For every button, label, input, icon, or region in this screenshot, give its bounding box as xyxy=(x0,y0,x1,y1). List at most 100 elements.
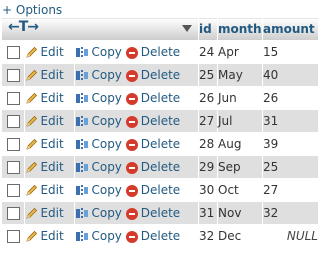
copy-button[interactable]: Copy xyxy=(75,68,122,83)
delete-icon xyxy=(125,161,138,174)
copy-icon xyxy=(76,93,89,104)
options-link[interactable]: + Options xyxy=(2,3,62,17)
copy-label: Copy xyxy=(91,91,122,106)
copy-button[interactable]: Copy xyxy=(75,114,122,129)
cell-id: 27 xyxy=(198,109,218,133)
edit-label: Edit xyxy=(40,229,64,244)
copy-label: Copy xyxy=(91,68,122,83)
edit-button[interactable]: Edit xyxy=(25,45,64,60)
copy-delete-cell: Copy Delete xyxy=(74,201,199,225)
copy-button[interactable]: Copy xyxy=(75,45,122,59)
edit-button[interactable]: Edit xyxy=(25,68,64,82)
row-checkbox-cell xyxy=(0,109,26,133)
table-row: Edit Copy Delete 27 Jul 31 xyxy=(0,109,319,133)
copy-icon xyxy=(76,208,89,219)
edit-button[interactable]: Edit xyxy=(25,160,64,175)
copy-delete-cell: Copy Delete xyxy=(74,86,199,110)
delete-button[interactable]: Delete xyxy=(125,137,180,151)
row-checkbox[interactable] xyxy=(6,69,20,82)
delete-icon xyxy=(125,138,138,151)
edit-cell: Edit xyxy=(24,155,76,179)
row-checkbox[interactable] xyxy=(6,138,20,151)
edit-label: Edit xyxy=(40,45,64,60)
pencil-icon xyxy=(26,185,38,196)
cell-amount: 27 xyxy=(262,178,319,202)
edit-cell: Edit xyxy=(24,109,76,133)
edit-button[interactable]: Edit xyxy=(25,91,64,106)
table-row: Edit Copy Delete 24 Apr 15 xyxy=(0,40,319,64)
cell-amount: 32 xyxy=(262,201,319,225)
copy-button[interactable]: Copy xyxy=(75,229,122,243)
edit-cell: Edit xyxy=(24,63,76,87)
delete-button[interactable]: Delete xyxy=(125,68,180,82)
row-checkbox[interactable] xyxy=(6,207,20,220)
column-nav-arrows-icon[interactable]: ←T→ xyxy=(8,19,39,35)
edit-button[interactable]: Edit xyxy=(25,137,64,151)
copy-label: Copy xyxy=(91,114,122,129)
copy-icon xyxy=(76,47,89,58)
delete-label: Delete xyxy=(140,114,181,129)
cell-month: Apr xyxy=(217,40,263,64)
delete-icon xyxy=(125,207,138,220)
column-header-id[interactable]: id xyxy=(198,17,218,41)
copy-button[interactable]: Copy xyxy=(75,183,122,197)
cell-id: 28 xyxy=(198,132,218,156)
copy-icon xyxy=(76,231,89,242)
column-header-amount[interactable]: amount xyxy=(262,17,319,41)
table-header-row: ←T→ id month amount xyxy=(1,17,319,41)
edit-cell: Edit xyxy=(24,201,76,225)
cell-month: Jun xyxy=(217,86,263,110)
cell-month: Oct xyxy=(217,178,263,202)
cell-id: 29 xyxy=(198,155,218,179)
cell-month: Nov xyxy=(217,201,263,225)
edit-cell: Edit xyxy=(24,40,76,64)
copy-icon xyxy=(76,162,89,173)
copy-label: Copy xyxy=(91,160,122,175)
edit-button[interactable]: Edit xyxy=(25,206,64,221)
cell-month: Dec xyxy=(217,224,263,248)
table-row: Edit Copy Delete 29 Sep 25 xyxy=(0,155,319,179)
results-table: ←T→ id month amount Edit Copy Delete 24 Apr… xyxy=(0,17,319,248)
row-checkbox[interactable] xyxy=(6,46,20,59)
delete-icon xyxy=(125,230,138,243)
delete-button[interactable]: Delete xyxy=(125,114,181,129)
delete-button[interactable]: Delete xyxy=(125,160,180,174)
cell-month: May xyxy=(217,63,263,87)
row-checkbox-cell xyxy=(0,178,26,202)
copy-button[interactable]: Copy xyxy=(75,206,122,220)
edit-label: Edit xyxy=(40,160,64,175)
copy-button[interactable]: Copy xyxy=(75,91,122,106)
cell-amount: NULL xyxy=(262,224,319,248)
cell-month: Aug xyxy=(217,132,263,156)
sort-dropdown-icon[interactable] xyxy=(182,25,192,32)
row-checkbox[interactable] xyxy=(6,92,20,105)
copy-button[interactable]: Copy xyxy=(75,137,122,151)
cell-month: Jul xyxy=(217,109,263,133)
table-row: Edit Copy Delete 28 Aug 39 xyxy=(0,132,319,156)
edit-label: Edit xyxy=(40,91,64,106)
delete-button[interactable]: Delete xyxy=(125,229,180,243)
row-checkbox[interactable] xyxy=(6,184,20,197)
cell-amount: 31 xyxy=(262,109,319,133)
delete-button[interactable]: Delete xyxy=(125,45,180,59)
copy-delete-cell: Copy Delete xyxy=(74,224,199,248)
column-header-month[interactable]: month xyxy=(217,17,263,41)
row-checkbox-cell xyxy=(0,40,26,64)
copy-button[interactable]: Copy xyxy=(75,160,122,175)
row-checkbox[interactable] xyxy=(6,115,20,128)
row-checkbox-cell xyxy=(0,224,26,248)
delete-button[interactable]: Delete xyxy=(125,91,181,106)
row-checkbox[interactable] xyxy=(6,161,20,174)
edit-button[interactable]: Edit xyxy=(25,114,64,128)
copy-delete-cell: Copy Delete xyxy=(74,109,199,133)
row-checkbox[interactable] xyxy=(6,230,20,243)
edit-button[interactable]: Edit xyxy=(25,183,64,197)
pencil-icon xyxy=(26,116,38,127)
delete-button[interactable]: Delete xyxy=(125,183,180,197)
delete-button[interactable]: Delete xyxy=(125,206,180,220)
edit-cell: Edit xyxy=(24,86,76,110)
edit-button[interactable]: Edit xyxy=(25,229,64,244)
delete-label: Delete xyxy=(140,91,181,106)
table-row: Edit Copy Delete 31 Nov 32 xyxy=(0,201,319,225)
edit-label: Edit xyxy=(40,206,64,221)
